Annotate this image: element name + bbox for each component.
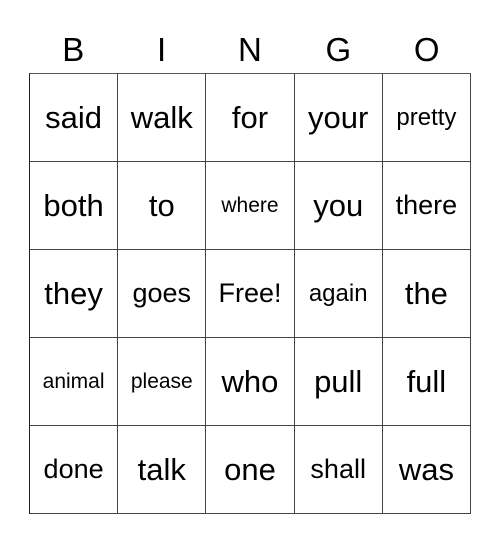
bingo-cell[interactable]: talk [118,426,207,514]
bingo-cell[interactable]: who [206,338,295,426]
bingo-cell[interactable]: said [30,74,119,162]
bingo-cell[interactable]: the [382,250,471,338]
bingo-cell[interactable]: there [382,162,471,250]
header-letter-n: N [238,31,262,68]
bingo-board: said walk for your pretty both to where … [29,73,471,514]
header-letter-o: O [413,31,440,68]
header-letter-b: B [62,31,85,68]
header-letter-g: G [325,31,352,68]
bingo-cell[interactable]: walk [118,74,207,162]
bingo-cell[interactable]: they [30,250,119,338]
bingo-cell[interactable]: pretty [382,74,471,162]
bingo-cell[interactable]: one [206,426,295,514]
bingo-cell[interactable]: goes [118,250,207,338]
bingo-cell[interactable]: animal [30,338,119,426]
bingo-cell[interactable]: was [382,426,471,514]
bingo-cell[interactable]: you [294,162,383,250]
bingo-cell[interactable]: done [30,426,119,514]
bingo-cell[interactable]: again [294,250,383,338]
bingo-cell[interactable]: for [206,74,295,162]
bingo-cell[interactable]: your [294,74,383,162]
bingo-cell[interactable]: please [118,338,207,426]
bingo-header: B I N G O [29,30,471,70]
bingo-cell[interactable]: full [382,338,471,426]
header-letter-i: I [157,31,167,68]
bingo-cell[interactable]: both [30,162,119,250]
bingo-cell[interactable]: pull [294,338,383,426]
bingo-cell[interactable]: to [118,162,207,250]
bingo-cell[interactable]: where [206,162,295,250]
free-space-cell[interactable]: Free! [206,250,295,338]
bingo-cell[interactable]: shall [294,426,383,514]
